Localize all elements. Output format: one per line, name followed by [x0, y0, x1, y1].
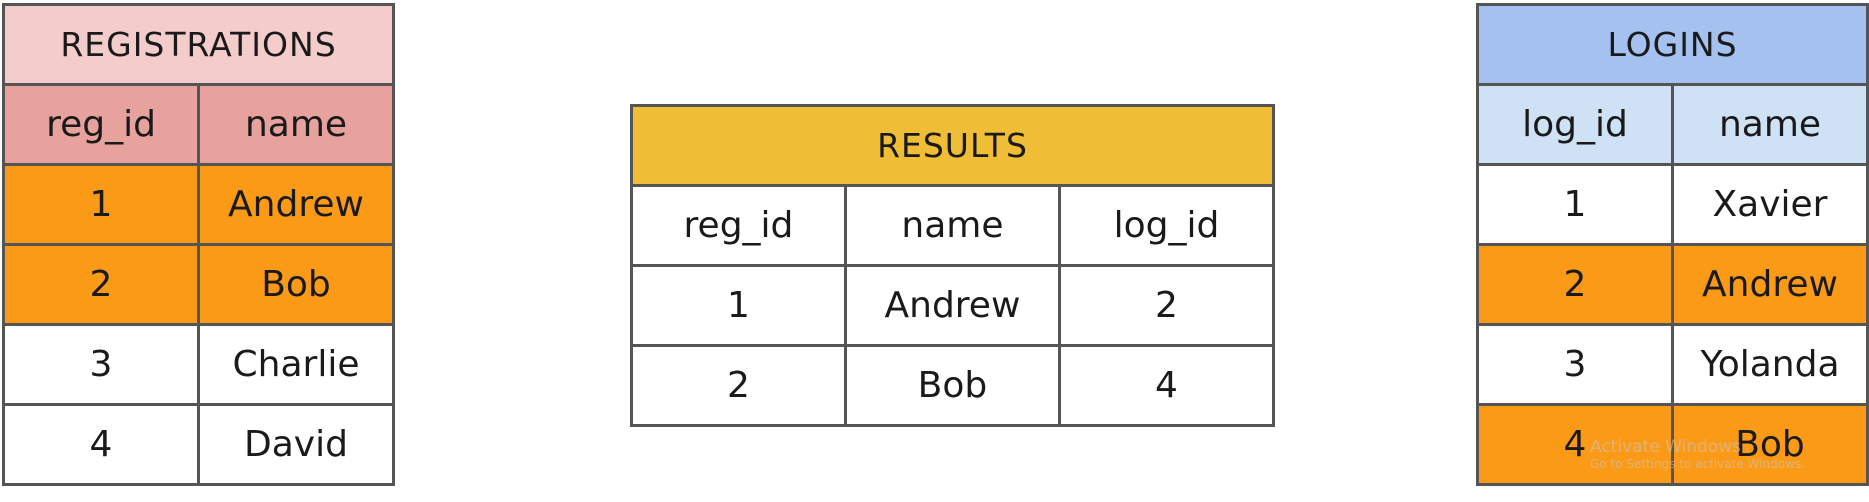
cell-name: Bob	[197, 243, 395, 326]
column-header-reg-id: reg_id	[2, 83, 200, 166]
registrations-table: REGISTRATIONS reg_id name 1 Andrew 2 Bob…	[2, 3, 395, 486]
cell-log-id: 2	[1476, 243, 1674, 326]
logins-table: LOGINS log_id name 1 Xavier 2 Andrew 3 Y…	[1476, 3, 1869, 486]
table-title-row: REGISTRATIONS	[2, 3, 395, 86]
table-header-row: reg_id name log_id	[630, 184, 1276, 267]
cell-log-id: 3	[1476, 323, 1674, 406]
logins-title: LOGINS	[1476, 3, 1869, 86]
results-title: RESULTS	[630, 104, 1275, 187]
cell-reg-id: 1	[630, 264, 847, 347]
cell-name: David	[197, 403, 395, 486]
table-row: 4 Bob	[1476, 403, 1869, 486]
cell-reg-id: 3	[2, 323, 200, 406]
cell-name: Andrew	[1671, 243, 1869, 326]
cell-name: Bob	[843, 344, 1061, 427]
table-header-row: log_id name	[1476, 83, 1869, 166]
cell-name: Xavier	[1671, 163, 1869, 246]
cell-reg-id: 2	[630, 344, 847, 427]
table-row: 3 Charlie	[2, 323, 395, 406]
table-row: 4 David	[2, 403, 395, 486]
table-row: 1 Andrew 2	[630, 264, 1276, 347]
cell-log-id: 2	[1057, 264, 1276, 347]
column-header-log-id: log_id	[1057, 184, 1276, 267]
cell-name: Yolanda	[1671, 323, 1869, 406]
cell-log-id: 1	[1476, 163, 1674, 246]
cell-name: Bob	[1671, 403, 1869, 486]
cell-log-id: 4	[1476, 403, 1674, 486]
cell-name: Andrew	[197, 163, 395, 246]
table-title-row: RESULTS	[630, 104, 1275, 187]
table-row: 2 Bob	[2, 243, 395, 326]
cell-log-id: 4	[1057, 344, 1276, 427]
cell-name: Charlie	[197, 323, 395, 406]
cell-name: Andrew	[843, 264, 1061, 347]
table-row: 2 Andrew	[1476, 243, 1869, 326]
cell-reg-id: 2	[2, 243, 200, 326]
column-header-name: name	[843, 184, 1061, 267]
table-row: 1 Xavier	[1476, 163, 1869, 246]
cell-reg-id: 4	[2, 403, 200, 486]
table-row: 3 Yolanda	[1476, 323, 1869, 406]
table-title-row: LOGINS	[1476, 3, 1869, 86]
column-header-reg-id: reg_id	[630, 184, 847, 267]
join-diagram: REGISTRATIONS reg_id name 1 Andrew 2 Bob…	[0, 0, 1869, 502]
cell-reg-id: 1	[2, 163, 200, 246]
column-header-name: name	[1671, 83, 1869, 166]
table-row: 2 Bob 4	[630, 344, 1276, 427]
table-row: 1 Andrew	[2, 163, 395, 246]
column-header-name: name	[197, 83, 395, 166]
table-header-row: reg_id name	[2, 83, 395, 166]
registrations-title: REGISTRATIONS	[2, 3, 395, 86]
column-header-log-id: log_id	[1476, 83, 1674, 166]
results-table: RESULTS reg_id name log_id 1 Andrew 2 2 …	[630, 104, 1276, 427]
